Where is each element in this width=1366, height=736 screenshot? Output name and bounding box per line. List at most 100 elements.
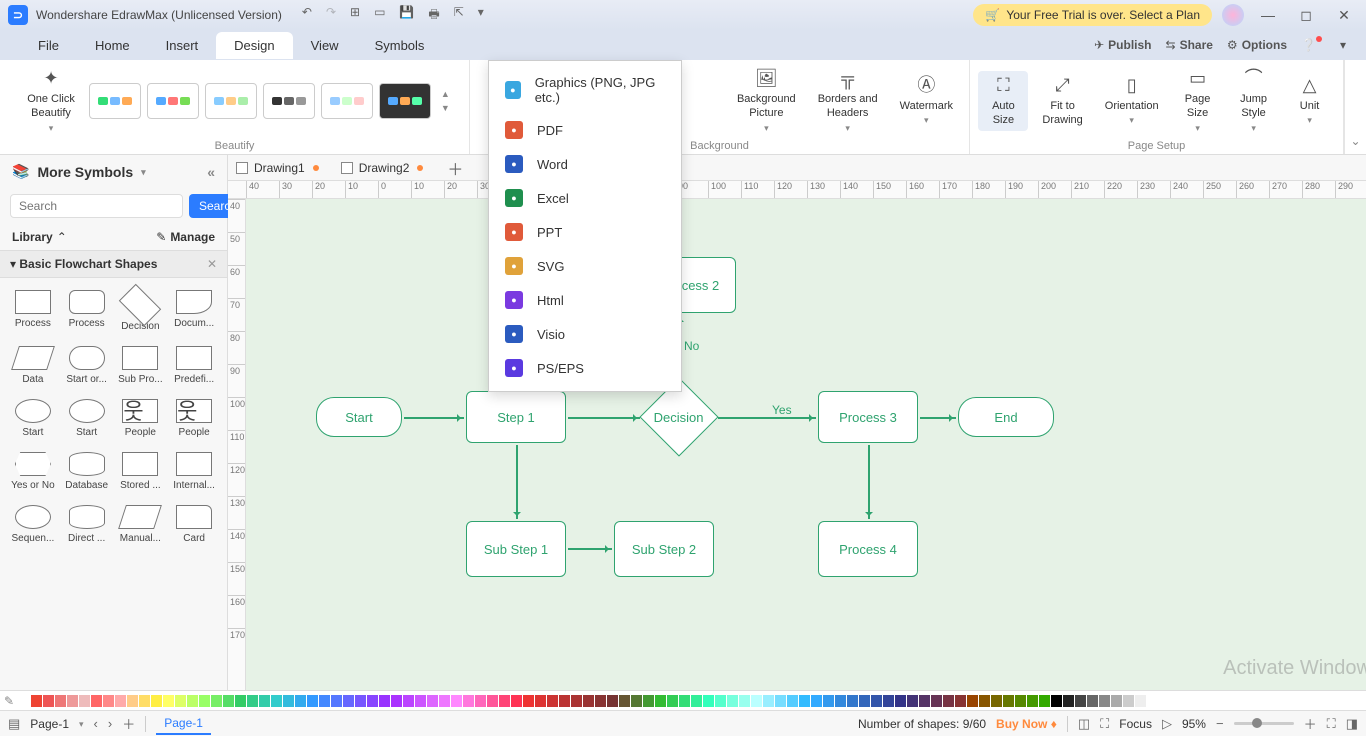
library-toggle[interactable]: Library ⌃	[12, 230, 67, 244]
shape-stencil[interactable]: Database	[62, 452, 112, 491]
color-swatch[interactable]	[1051, 695, 1062, 707]
color-swatch[interactable]	[859, 695, 870, 707]
focus-icon[interactable]: ⛶	[1100, 716, 1109, 732]
color-swatch[interactable]	[367, 695, 378, 707]
shape-stencil[interactable]: Internal...	[169, 452, 219, 491]
shape-category-header[interactable]: ▾ Basic Flowchart Shapes ✕	[0, 250, 227, 278]
color-swatch[interactable]	[451, 695, 462, 707]
export-item[interactable]: ●Html	[489, 283, 681, 317]
color-swatch[interactable]	[19, 695, 30, 707]
fc-substep2[interactable]: Sub Step 2	[614, 521, 714, 577]
add-tab-button[interactable]: ＋	[437, 152, 473, 184]
color-swatch[interactable]	[199, 695, 210, 707]
shape-stencil[interactable]: Start	[62, 399, 112, 438]
color-swatch[interactable]	[487, 695, 498, 707]
export-item[interactable]: ●Graphics (PNG, JPG etc.)	[489, 67, 681, 113]
color-swatch[interactable]	[475, 695, 486, 707]
color-swatch[interactable]	[787, 695, 798, 707]
undo-icon[interactable]: ↶	[302, 5, 312, 26]
trial-banner[interactable]: 🛒 Your Free Trial is over. Select a Plan	[973, 4, 1212, 26]
color-swatch[interactable]	[1135, 695, 1146, 707]
theme-swatch-2[interactable]	[147, 83, 199, 119]
color-swatch[interactable]	[595, 695, 606, 707]
color-swatch[interactable]	[343, 695, 354, 707]
background-picture-button[interactable]: 🖼Background Picture▾	[729, 64, 804, 138]
zoom-out-icon[interactable]: −	[1216, 716, 1224, 731]
fc-substep1[interactable]: Sub Step 1	[466, 521, 566, 577]
ribbon-collapse-button[interactable]: ⌄	[1344, 60, 1366, 154]
drawing-tab[interactable]: Drawing2	[333, 157, 438, 179]
shape-stencil[interactable]: Docum...	[169, 290, 219, 332]
color-swatch[interactable]	[1003, 695, 1014, 707]
color-swatch[interactable]	[91, 695, 102, 707]
options-button[interactable]: ⚙ Options	[1227, 38, 1287, 52]
menu-view[interactable]: View	[293, 32, 357, 59]
shape-stencil[interactable]: Yes or No	[8, 452, 58, 491]
page-size-button[interactable]: ▭Page Size▾	[1173, 64, 1223, 138]
shape-stencil[interactable]: Start or...	[62, 346, 112, 385]
color-swatch[interactable]	[211, 695, 222, 707]
sidebar-title[interactable]: More Symbols	[37, 164, 133, 180]
orientation-button[interactable]: ▯Orientation▾	[1097, 71, 1167, 131]
fc-start[interactable]: Start	[316, 397, 402, 437]
color-swatch[interactable]	[775, 695, 786, 707]
color-swatch[interactable]	[523, 695, 534, 707]
shape-stencil[interactable]: Stored ...	[116, 452, 166, 491]
color-swatch[interactable]	[931, 695, 942, 707]
color-swatch[interactable]	[175, 695, 186, 707]
color-swatch[interactable]	[115, 695, 126, 707]
color-swatch[interactable]	[919, 695, 930, 707]
one-click-beautify-button[interactable]: ✦ One Click Beautify▾	[19, 64, 83, 138]
color-swatch[interactable]	[415, 695, 426, 707]
menu-collapse-icon[interactable]: ▾	[1340, 38, 1346, 52]
color-swatch[interactable]	[979, 695, 990, 707]
export-item[interactable]: ●Visio	[489, 317, 681, 351]
print-icon[interactable]: 🖶	[428, 5, 439, 26]
color-swatch[interactable]	[295, 695, 306, 707]
export-item[interactable]: ●Word	[489, 147, 681, 181]
maximize-button[interactable]: ◻	[1292, 7, 1320, 24]
page-tab[interactable]: Page-1	[156, 713, 211, 735]
color-swatch[interactable]	[895, 695, 906, 707]
focus-label[interactable]: Focus	[1119, 717, 1152, 731]
color-swatch[interactable]	[631, 695, 642, 707]
fit-page-icon[interactable]: ⛶	[1327, 716, 1336, 732]
unit-button[interactable]: △Unit▾	[1285, 71, 1335, 131]
color-swatch[interactable]	[355, 695, 366, 707]
shape-stencil[interactable]: Process	[8, 290, 58, 332]
color-swatch[interactable]	[751, 695, 762, 707]
color-swatch[interactable]	[331, 695, 342, 707]
borders-headers-button[interactable]: ╦Borders and Headers▾	[810, 64, 886, 138]
fc-process3[interactable]: Process 3	[818, 391, 918, 443]
theme-swatch-6[interactable]	[379, 83, 431, 119]
auto-size-button[interactable]: ⛶Auto Size	[978, 71, 1028, 132]
color-swatch[interactable]	[151, 695, 162, 707]
publish-button[interactable]: ✈ Publish	[1094, 38, 1151, 52]
symbol-search-input[interactable]	[10, 194, 183, 218]
color-swatch[interactable]	[511, 695, 522, 707]
shape-stencil[interactable]: Start	[8, 399, 58, 438]
color-swatch[interactable]	[547, 695, 558, 707]
theme-swatch-4[interactable]	[263, 83, 315, 119]
shape-stencil[interactable]: Process	[62, 290, 112, 332]
color-swatch[interactable]	[235, 695, 246, 707]
color-swatch[interactable]	[379, 695, 390, 707]
color-swatch[interactable]	[31, 695, 42, 707]
color-swatch[interactable]	[439, 695, 450, 707]
minimize-button[interactable]: ―	[1254, 7, 1282, 23]
color-swatch[interactable]	[907, 695, 918, 707]
manage-button[interactable]: ✎ Manage	[156, 230, 215, 244]
shape-stencil[interactable]: Predefi...	[169, 346, 219, 385]
color-swatch[interactable]	[883, 695, 894, 707]
color-swatch[interactable]	[403, 695, 414, 707]
next-page-icon[interactable]: ›	[108, 716, 112, 731]
color-swatch[interactable]	[187, 695, 198, 707]
shape-stencil[interactable]: Manual...	[116, 505, 166, 544]
color-swatch[interactable]	[619, 695, 630, 707]
color-swatch[interactable]	[43, 695, 54, 707]
fc-step1[interactable]: Step 1	[466, 391, 566, 443]
color-swatch[interactable]	[571, 695, 582, 707]
color-swatch[interactable]	[967, 695, 978, 707]
panel-toggle-icon[interactable]: ◨	[1346, 716, 1358, 732]
shape-stencil[interactable]: 웃People	[169, 399, 219, 438]
